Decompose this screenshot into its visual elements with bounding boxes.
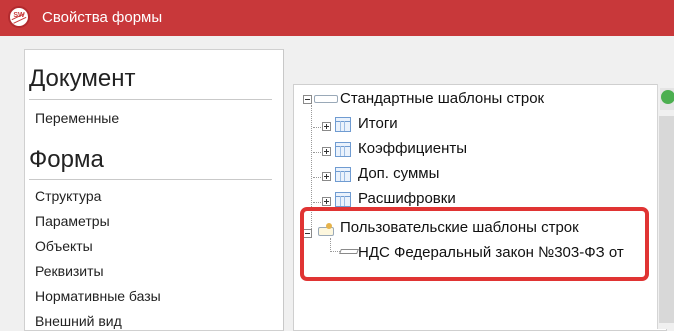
tree-node-standard-templates[interactable]: Стандартные шаблоны строк [340, 90, 544, 107]
tree-node-totals[interactable]: Итоги [358, 115, 398, 132]
nav-item-appearance[interactable]: Внешний вид [35, 313, 122, 329]
section-heading-document: Документ [29, 65, 136, 92]
table-icon [335, 117, 351, 132]
expand-toggle[interactable] [322, 122, 331, 131]
nav-item-objects[interactable]: Объекты [35, 238, 93, 254]
app-logo-text: SW [13, 12, 25, 19]
tree-node-coefficients[interactable]: Коэффициенты [358, 140, 467, 157]
title-bar: SW Свойства формы [0, 0, 674, 36]
highlight-frame [300, 207, 649, 281]
collapse-toggle[interactable] [303, 95, 312, 104]
add-icon[interactable] [661, 90, 674, 104]
nav-item-requisites[interactable]: Реквизиты [35, 263, 104, 279]
section-divider [29, 99, 272, 100]
table-icon [335, 192, 351, 207]
nav-item-normative-bases[interactable]: Нормативные базы [35, 288, 161, 304]
nav-item-parameters[interactable]: Параметры [35, 213, 110, 229]
window-title: Свойства формы [42, 9, 163, 26]
expand-toggle[interactable] [322, 147, 331, 156]
navigation-panel: Документ Переменные Форма Структура Пара… [24, 49, 284, 331]
tree-node-breakdowns[interactable]: Расшифровки [358, 190, 456, 207]
table-icon [335, 167, 351, 182]
folder-icon [314, 95, 338, 103]
table-icon [335, 142, 351, 157]
expand-toggle[interactable] [322, 197, 331, 206]
scrollbar[interactable] [659, 116, 674, 323]
nav-item-structure[interactable]: Структура [35, 188, 101, 204]
nav-item-variables[interactable]: Переменные [35, 110, 119, 126]
section-heading-form: Форма [29, 146, 104, 173]
expand-toggle[interactable] [322, 172, 331, 181]
tree-node-extra-sums[interactable]: Доп. суммы [358, 165, 439, 182]
app-logo-icon: SW [8, 6, 30, 28]
section-divider [29, 179, 272, 180]
